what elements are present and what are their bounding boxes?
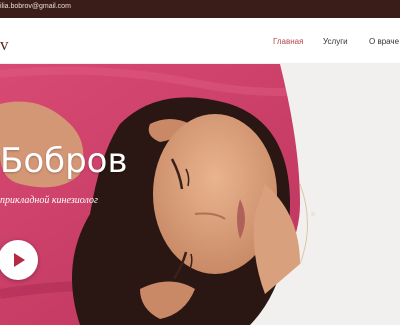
top-bar: ilia.bobrov@gmail.com xyxy=(0,0,400,18)
nav-item-about-doctor[interactable]: О враче xyxy=(369,37,399,46)
contact-email[interactable]: ilia.bobrov@gmail.com xyxy=(0,1,71,12)
site-logo[interactable]: v xyxy=(0,35,9,55)
hero-section: Бобров прикладной кинезиолог xyxy=(0,64,400,325)
nav-item-home[interactable]: Главная xyxy=(273,37,303,46)
nav-item-services[interactable]: Услуги xyxy=(323,37,348,46)
hero-subtitle: прикладной кинезиолог xyxy=(0,195,98,206)
play-video-button[interactable] xyxy=(0,240,38,280)
play-icon xyxy=(14,253,25,267)
hero-title: Бобров xyxy=(0,141,128,181)
site-header: v Главная Услуги О враче xyxy=(0,18,400,64)
